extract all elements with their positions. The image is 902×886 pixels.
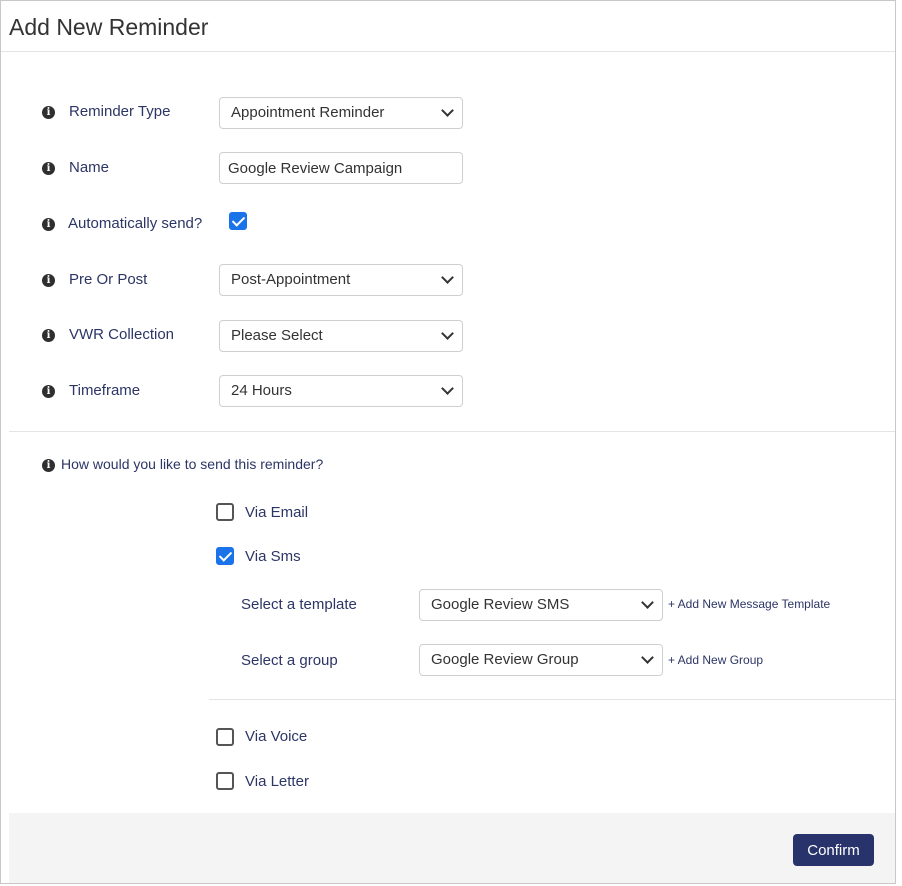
info-icon[interactable]: i — [42, 329, 55, 342]
name-input[interactable] — [219, 152, 463, 184]
vwr-collection-value: Please Select — [231, 327, 323, 344]
info-icon[interactable]: i — [42, 218, 55, 231]
pre-post-select[interactable]: Post-Appointment — [219, 264, 463, 296]
chevron-down-icon — [641, 596, 654, 609]
page-title: Add New Reminder — [9, 14, 209, 40]
section-divider — [9, 431, 895, 432]
panel-header: Add New Reminder — [1, 1, 895, 52]
timeframe-select[interactable]: 24 Hours — [219, 375, 463, 407]
template-select[interactable]: Google Review SMS — [419, 589, 663, 621]
chevron-down-icon — [441, 327, 454, 340]
template-value: Google Review SMS — [431, 596, 570, 613]
via-sms-checkbox[interactable] — [216, 547, 234, 565]
chevron-down-icon — [441, 271, 454, 284]
add-message-template-link[interactable]: + Add New Message Template — [668, 597, 830, 611]
confirm-button[interactable]: Confirm — [793, 834, 874, 866]
group-select[interactable]: Google Review Group — [419, 644, 663, 676]
info-icon[interactable]: i — [42, 459, 55, 472]
auto-send-label: Automatically send? — [68, 215, 203, 232]
panel-footer: Confirm — [9, 813, 895, 883]
add-reminder-panel: Add New Reminder i Reminder Type Appoint… — [0, 0, 896, 884]
auto-send-checkbox[interactable] — [229, 212, 247, 230]
via-sms-label: Via Sms — [245, 548, 301, 565]
via-voice-checkbox[interactable] — [216, 728, 234, 746]
timeframe-value: 24 Hours — [231, 382, 292, 399]
pre-post-label: Pre Or Post — [69, 271, 148, 288]
reminder-type-value: Appointment Reminder — [231, 104, 385, 121]
reminder-type-select[interactable]: Appointment Reminder — [219, 97, 463, 129]
vwr-collection-label: VWR Collection — [69, 326, 175, 343]
send-method-question: How would you like to send this reminder… — [61, 456, 324, 472]
info-icon[interactable]: i — [42, 162, 55, 175]
pre-post-value: Post-Appointment — [231, 271, 351, 288]
template-label: Select a template — [241, 596, 357, 613]
group-value: Google Review Group — [431, 651, 579, 668]
info-icon[interactable]: i — [42, 274, 55, 287]
chevron-down-icon — [641, 651, 654, 664]
chevron-down-icon — [441, 104, 454, 117]
group-label: Select a group — [241, 652, 338, 669]
via-letter-checkbox[interactable] — [216, 772, 234, 790]
via-email-label: Via Email — [245, 504, 309, 521]
via-email-checkbox[interactable] — [216, 503, 234, 521]
add-group-link[interactable]: + Add New Group — [668, 653, 763, 667]
chevron-down-icon — [441, 382, 454, 395]
sms-section-divider — [209, 699, 895, 700]
timeframe-label: Timeframe — [69, 382, 141, 399]
via-voice-label: Via Voice — [245, 728, 308, 745]
via-letter-label: Via Letter — [245, 773, 309, 790]
name-label: Name — [69, 159, 110, 176]
info-icon[interactable]: i — [42, 106, 55, 119]
reminder-type-label: Reminder Type — [69, 103, 171, 120]
vwr-collection-select[interactable]: Please Select — [219, 320, 463, 352]
info-icon[interactable]: i — [42, 385, 55, 398]
